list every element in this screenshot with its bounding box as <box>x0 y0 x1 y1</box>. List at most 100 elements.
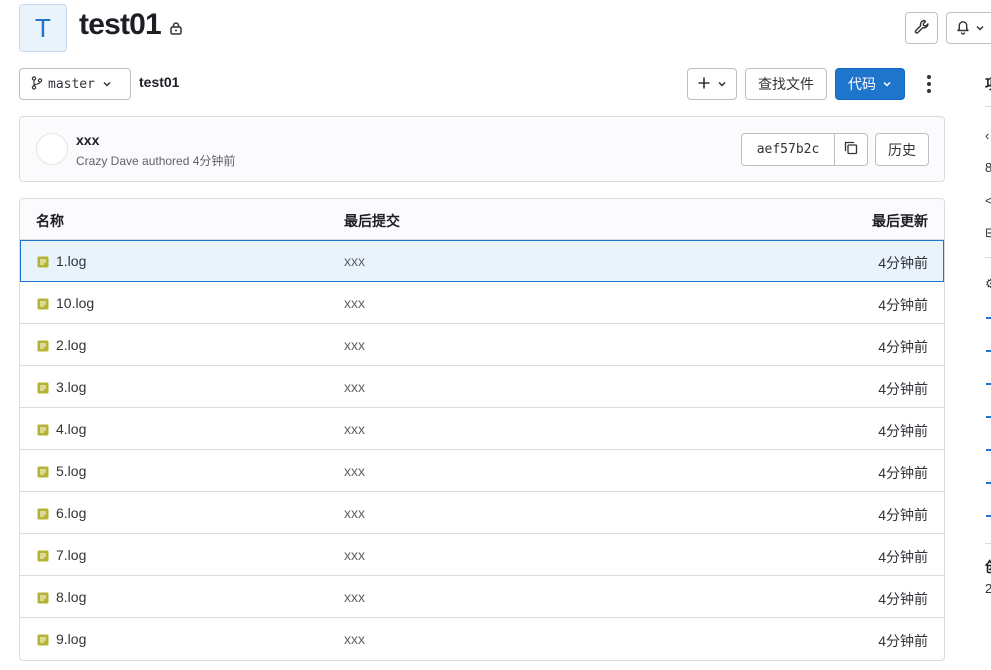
sidebar-section-title: 创 <box>985 557 991 577</box>
last-commit-link[interactable]: xxx <box>344 379 365 395</box>
code-button-label: 代码 <box>848 76 876 92</box>
file-name-link[interactable]: 10.log <box>56 295 94 311</box>
last-commit-panel: xxx Crazy Dave authored 4分钟前 aef57b2c 历史 <box>19 116 945 182</box>
commit-authored-label: authored <box>142 154 190 168</box>
history-button[interactable]: 历史 <box>875 133 929 166</box>
branch-icon[interactable]: 8 <box>985 160 991 175</box>
last-update-time: 4分钟前 <box>878 591 928 607</box>
column-header-last-update: 最后更新 <box>872 213 928 229</box>
sidebar-link[interactable] <box>986 515 991 517</box>
sidebar-link[interactable] <box>986 317 991 319</box>
last-update-time: 4分钟前 <box>878 255 928 271</box>
table-row[interactable]: 6.log xxx 4分钟前 <box>20 492 944 534</box>
file-text-icon <box>37 297 49 310</box>
file-name-link[interactable]: 8.log <box>56 589 86 605</box>
sidebar-link[interactable] <box>986 350 991 352</box>
file-text-icon <box>37 255 49 268</box>
commit-author[interactable]: Crazy Dave <box>76 154 139 168</box>
file-text-icon <box>37 423 49 436</box>
commit-title[interactable]: xxx <box>76 132 99 148</box>
last-commit-link[interactable]: xxx <box>344 589 365 605</box>
file-name-link[interactable]: 6.log <box>56 505 86 521</box>
notifications-button[interactable] <box>946 12 991 44</box>
last-commit-link[interactable]: xxx <box>344 463 365 479</box>
table-row[interactable]: 4.log xxx 4分钟前 <box>20 408 944 450</box>
table-row[interactable]: 10.log xxx 4分钟前 <box>20 282 944 324</box>
table-row[interactable]: 1.log xxx 4分钟前 <box>20 240 944 282</box>
sidebar-heading: 项 <box>985 74 991 94</box>
bell-icon <box>956 19 970 38</box>
file-text-icon <box>37 381 49 394</box>
file-name-link[interactable]: 5.log <box>56 463 86 479</box>
file-name-link[interactable]: 9.log <box>56 631 86 647</box>
column-header-last-commit: 最后提交 <box>344 213 400 229</box>
more-actions-icon[interactable] <box>920 72 938 96</box>
file-name-link[interactable]: 4.log <box>56 421 86 437</box>
add-dropdown-button[interactable] <box>687 68 737 100</box>
copy-icon <box>844 141 858 158</box>
commit-sha[interactable]: aef57b2c <box>741 133 835 166</box>
sidebar-link[interactable] <box>986 482 991 484</box>
file-name-link[interactable]: 2.log <box>56 337 86 353</box>
file-name-link[interactable]: 3.log <box>56 379 86 395</box>
commit-time: 4分钟前 <box>192 154 236 168</box>
last-commit-link[interactable]: xxx <box>344 337 365 353</box>
avatar[interactable] <box>36 133 68 165</box>
chevron-down-icon <box>975 20 985 36</box>
table-row[interactable]: 9.log xxx 4分钟前 <box>20 618 944 660</box>
storage-icon[interactable]: ⊟ <box>985 225 991 241</box>
file-text-icon <box>37 633 49 646</box>
sidebar-link[interactable] <box>986 383 991 385</box>
last-update-time: 4分钟前 <box>878 507 928 523</box>
breadcrumb[interactable]: test01 <box>139 74 179 90</box>
last-commit-link[interactable]: xxx <box>344 631 365 647</box>
last-update-time: 4分钟前 <box>878 381 928 397</box>
file-name-link[interactable]: 1.log <box>56 253 86 269</box>
column-header-name: 名称 <box>36 213 64 229</box>
last-commit-link[interactable]: xxx <box>344 505 365 521</box>
commit-icon[interactable]: ‹ <box>985 128 989 143</box>
last-update-time: 4分钟前 <box>878 633 928 649</box>
commit-meta: Crazy Dave authored 4分钟前 <box>76 152 235 169</box>
find-file-button[interactable]: 查找文件 <box>745 68 827 100</box>
table-header: 名称 最后提交 最后更新 <box>20 199 944 240</box>
file-table: 名称 最后提交 最后更新 1.log xxx 4分钟前 10.log xxx 4分钟前 2.… <box>19 198 945 661</box>
last-update-time: 4分钟前 <box>878 297 928 313</box>
file-name-link[interactable]: 7.log <box>56 547 86 563</box>
table-row[interactable]: 5.log xxx 4分钟前 <box>20 450 944 492</box>
chevron-down-icon <box>882 76 892 92</box>
lock-icon <box>169 21 183 38</box>
chevron-down-icon <box>102 76 112 92</box>
plus-icon <box>697 76 711 93</box>
table-row[interactable]: 8.log xxx 4分钟前 <box>20 576 944 618</box>
sidebar-link[interactable] <box>986 449 991 451</box>
settings-button[interactable] <box>905 12 938 44</box>
sidebar-divider <box>985 543 991 544</box>
sidebar-divider <box>985 257 991 258</box>
last-update-time: 4分钟前 <box>878 549 928 565</box>
file-text-icon <box>37 507 49 520</box>
branch-name: master <box>48 76 95 92</box>
commit-sha-group: aef57b2c <box>741 133 868 166</box>
file-text-icon <box>37 465 49 478</box>
last-commit-link[interactable]: xxx <box>344 421 365 437</box>
last-commit-link[interactable]: xxx <box>344 547 365 563</box>
last-commit-link[interactable]: xxx <box>344 295 365 311</box>
table-row[interactable]: 2.log xxx 4分钟前 <box>20 324 944 366</box>
table-row[interactable]: 7.log xxx 4分钟前 <box>20 534 944 576</box>
file-text-icon <box>37 339 49 352</box>
project-avatar[interactable]: T <box>19 4 67 52</box>
tag-icon[interactable]: < <box>985 193 991 208</box>
branch-selector[interactable]: master <box>19 68 131 100</box>
copy-sha-button[interactable] <box>835 133 868 166</box>
table-row[interactable]: 3.log xxx 4分钟前 <box>20 366 944 408</box>
sidebar-link[interactable] <box>986 416 991 418</box>
settings-icon[interactable]: ⚙ <box>985 276 991 292</box>
chevron-down-icon <box>717 76 727 92</box>
last-update-time: 4分钟前 <box>878 465 928 481</box>
wrench-icon <box>914 19 930 38</box>
file-text-icon <box>37 549 49 562</box>
code-dropdown-button[interactable]: 代码 <box>835 68 905 100</box>
last-commit-link[interactable]: xxx <box>344 253 365 269</box>
last-update-time: 4分钟前 <box>878 423 928 439</box>
